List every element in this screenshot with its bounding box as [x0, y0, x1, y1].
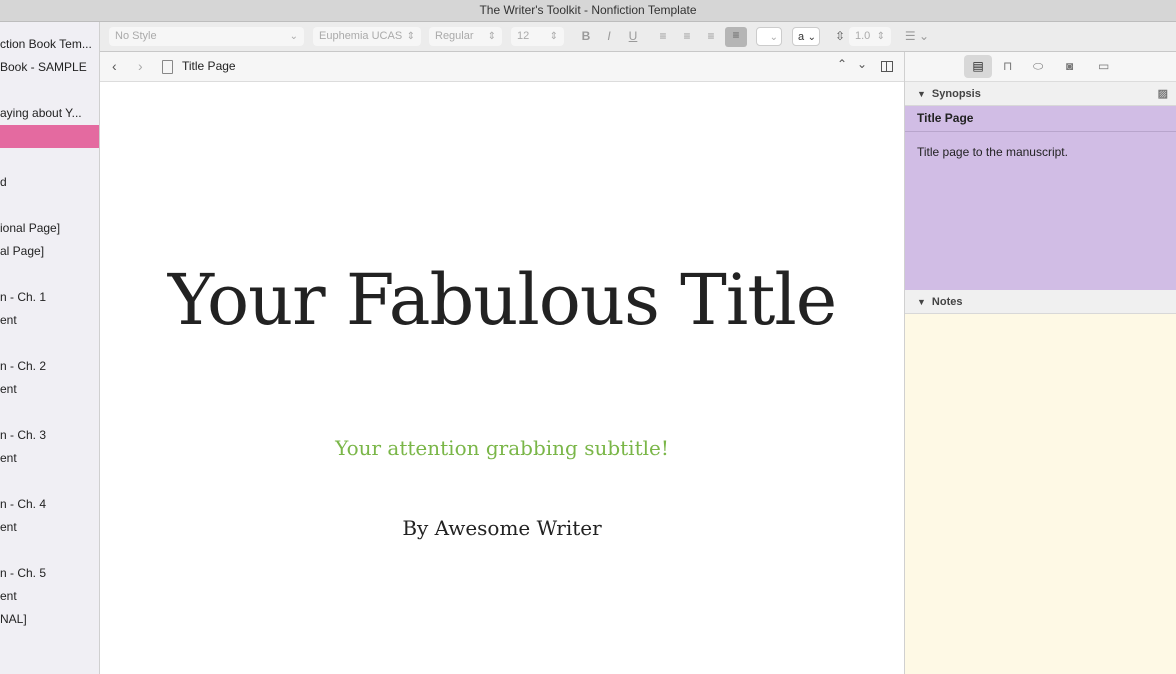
binder-item[interactable]	[0, 79, 99, 102]
binder-item[interactable]: ent	[0, 378, 99, 401]
binder-item[interactable]	[0, 332, 99, 355]
line-spacing-select[interactable]: 1.0 ⇕	[849, 27, 891, 46]
binder-item[interactable]	[0, 125, 99, 148]
doc-title: Title Page	[182, 59, 236, 73]
font-select[interactable]: Euphemia UCAS ⇕	[313, 27, 421, 46]
binder-item[interactable]	[0, 194, 99, 217]
editor[interactable]: Your Fabulous Title Your attention grabb…	[100, 82, 904, 674]
document-subtitle: Your attention grabbing subtitle!	[335, 436, 669, 460]
binder-item[interactable]: n - Ch. 2	[0, 355, 99, 378]
size-select[interactable]: 12 ⇕	[511, 27, 564, 46]
align-left-icon[interactable]: ≡	[654, 28, 672, 45]
binder[interactable]: ction Book Tem... Book - SAMPLE aying abou…	[0, 22, 100, 674]
notes-tab-icon[interactable]: ▤	[964, 55, 992, 78]
justify-icon[interactable]: ≡	[725, 27, 747, 47]
binder-item[interactable]: al Page]	[0, 240, 99, 263]
highlight-color-select[interactable]: ⌄	[756, 27, 782, 46]
notes-panel[interactable]	[905, 314, 1176, 674]
window-title: The Writer's Toolkit - Nonfiction Templa…	[0, 0, 1176, 22]
align-center-icon[interactable]: ≡	[678, 28, 696, 45]
italic-button[interactable]: I	[600, 28, 618, 45]
document-title: Your Fabulous Title	[167, 259, 837, 341]
updown-icon: ⇕	[876, 31, 885, 42]
weight-select[interactable]: Regular ⇕	[429, 27, 502, 46]
disclosure-icon: ▼	[917, 297, 926, 307]
editor-header: ‹ › Title Page ⌃ ⌄	[100, 52, 904, 82]
underline-button[interactable]: U	[624, 28, 642, 45]
up-icon[interactable]: ⌃	[837, 57, 847, 71]
binder-item[interactable]: ional Page]	[0, 217, 99, 240]
binder-item[interactable]: d	[0, 171, 99, 194]
binder-item[interactable]: ction Book Tem...	[0, 33, 99, 56]
align-right-icon[interactable]: ≡	[702, 28, 720, 45]
disclosure-icon: ▼	[917, 89, 926, 99]
notes-header[interactable]: ▼ Notes	[905, 290, 1176, 314]
updown-icon: ⇕	[549, 31, 558, 42]
line-spacing-icon: ⇳	[834, 29, 846, 43]
binder-item[interactable]: ent	[0, 309, 99, 332]
chevron-down-icon: ⌄	[769, 32, 778, 43]
back-icon[interactable]: ‹	[112, 58, 117, 74]
list-icon[interactable]: ☰ ⌄	[902, 28, 932, 45]
binder-item[interactable]	[0, 401, 99, 424]
binder-item[interactable]: n - Ch. 1	[0, 286, 99, 309]
chevron-down-icon: ⌄	[807, 32, 816, 43]
document-byline: By Awesome Writer	[402, 516, 602, 540]
updown-icon: ⇕	[406, 31, 415, 42]
document-icon	[162, 60, 173, 74]
binder-item[interactable]: ent	[0, 447, 99, 470]
binder-item[interactable]	[0, 539, 99, 562]
inspector: ▤ ⊓ ⬭ ◙ ▭ ▼ Synopsis ▨ Title Page Title pa…	[904, 52, 1176, 674]
binder-item[interactable]: n - Ch. 4	[0, 493, 99, 516]
binder-item[interactable]: n - Ch. 5	[0, 562, 99, 585]
split-icon[interactable]	[881, 61, 893, 72]
text-color-select[interactable]: a ⌄	[792, 27, 820, 46]
binder-item[interactable]: ent	[0, 585, 99, 608]
binder-item[interactable]: Book - SAMPLE	[0, 56, 99, 79]
down-icon[interactable]: ⌄	[857, 57, 867, 71]
binder-item[interactable]	[0, 148, 99, 171]
binder-item[interactable]	[0, 263, 99, 286]
chevron-down-icon: ⌄	[289, 31, 298, 42]
binder-item[interactable]: NAL]	[0, 608, 99, 631]
synopsis-title[interactable]: Title Page	[905, 106, 1176, 132]
comment-icon[interactable]: ▭	[1098, 59, 1109, 73]
image-icon[interactable]: ▨	[1158, 82, 1168, 106]
format-bar: No Style ⌄ Euphemia UCAS ⇕ Regular ⇕ 12 ⇕ B …	[100, 22, 1176, 52]
camera-icon[interactable]: ◙	[1066, 59, 1073, 73]
forward-icon[interactable]: ›	[138, 58, 143, 74]
synopsis-text[interactable]: Title page to the manuscript.	[905, 132, 1176, 172]
tag-icon[interactable]: ⬭	[1033, 59, 1043, 74]
binder-item[interactable]: n - Ch. 3	[0, 424, 99, 447]
synopsis-panel[interactable]: Title Page Title page to the manuscript.	[905, 106, 1176, 290]
bookmark-icon[interactable]: ⊓	[1003, 59, 1012, 73]
binder-item[interactable]	[0, 470, 99, 493]
binder-item[interactable]: ent	[0, 516, 99, 539]
synopsis-header[interactable]: ▼ Synopsis ▨	[905, 82, 1176, 106]
bold-button[interactable]: B	[577, 28, 595, 45]
binder-item[interactable]: aying about Y...	[0, 102, 99, 125]
style-select[interactable]: No Style ⌄	[109, 27, 304, 46]
updown-icon: ⇕	[487, 31, 496, 42]
